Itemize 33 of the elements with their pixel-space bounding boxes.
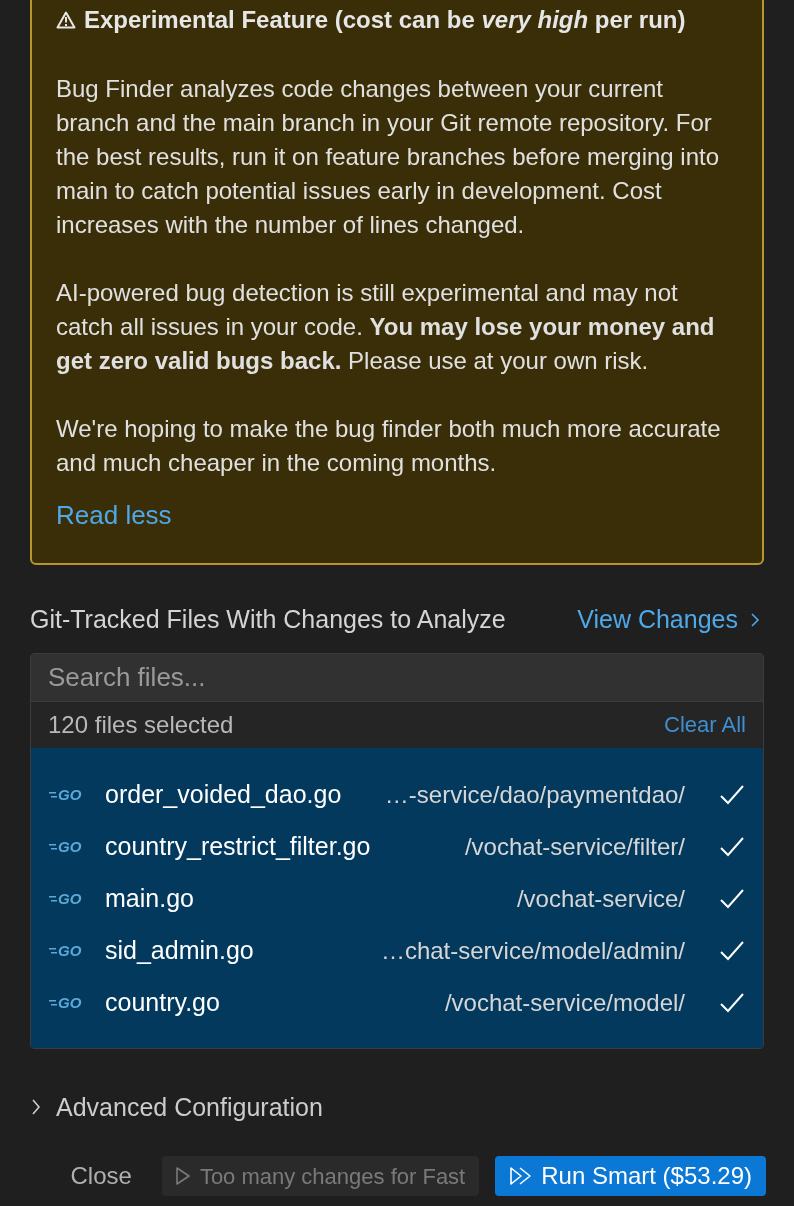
file-name: sid_admin.go: [105, 934, 254, 966]
file-path: /vochat-service/filter/: [464, 831, 685, 862]
clear-all-button[interactable]: Clear All: [664, 708, 746, 741]
file-path: …-service/dao/paymentdao/: [384, 779, 685, 810]
file-path: …chat-service/model/admin/: [380, 935, 685, 966]
warning-paragraph: We're hoping to make the bug finder both much more accurate and much cheaper in the coming months.: [56, 414, 722, 478]
warning-icon: [56, 11, 76, 29]
selected-count: 120 files selected: [48, 709, 234, 740]
search-field[interactable]: Search files...: [31, 653, 763, 702]
chevron-icon: [30, 1098, 42, 1117]
file-name: country_restrict_filter.go: [105, 830, 371, 862]
play-icon: [175, 1167, 190, 1185]
chevron-right-icon: [750, 611, 760, 628]
checkmark-icon: [719, 887, 745, 910]
checkmark-icon: [719, 835, 745, 858]
double-play-icon: [509, 1166, 534, 1186]
read-less-link[interactable]: Read less: [56, 496, 172, 535]
advanced-configuration-toggle[interactable]: Advanced Configuration: [30, 1088, 323, 1126]
file-name: main.go: [105, 882, 194, 914]
file-name: country.go: [105, 986, 220, 1018]
file-path: /vochat-service/model/: [444, 987, 685, 1018]
warning-paragraph: AI-powered bug detection is still experimental and may not catch all issues in your code. You may lose your money and get zero valid bugs back. Please use at your own risk.: [56, 278, 716, 376]
file-path: /vochat-service/: [516, 883, 685, 914]
file-name: order_voided_dao.go: [105, 778, 342, 810]
view-changes-link[interactable]: View Changes: [577, 601, 760, 639]
close-button[interactable]: Close: [56, 1156, 146, 1196]
warning-title: Experimental Feature (cost can be very high per run): [84, 5, 686, 35]
section-title: Git-Tracked Files With Changes to Analyze: [30, 604, 506, 635]
checkmark-icon: [719, 991, 745, 1014]
checkmark-icon: [719, 939, 745, 962]
run-smart-button[interactable]: Run Smart ($53.29): [495, 1156, 766, 1196]
checkmark-icon: [719, 783, 745, 806]
warning-paragraph: Bug Finder analyzes code changes between your current branch and the main branch in your Git remote repository. For the best results, run it on feature branches before merging into main to catch potential issues early in development. Cost increases with the number of lines changed.: [56, 74, 721, 240]
